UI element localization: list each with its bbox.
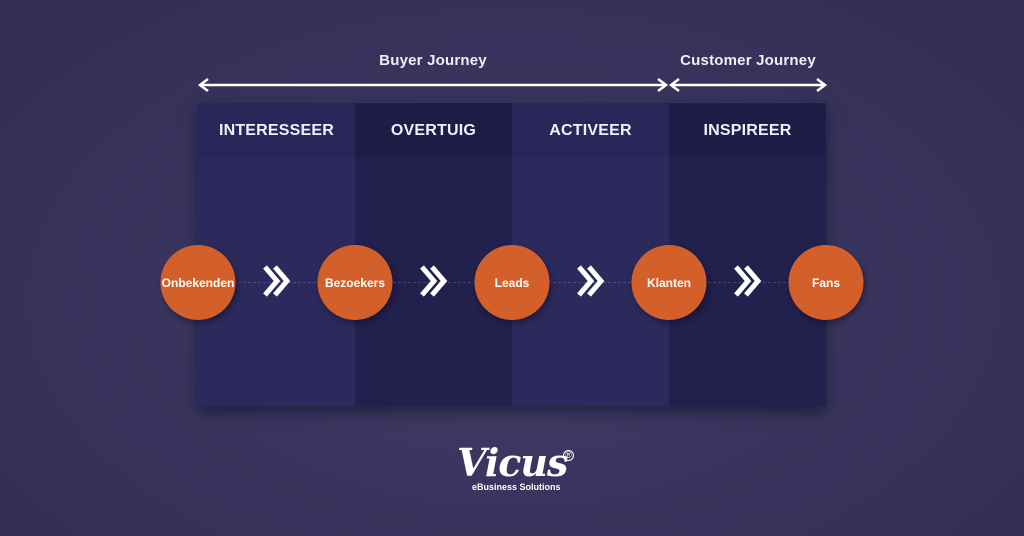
stage-label: Leads	[494, 275, 530, 290]
stage-leads: Leads	[474, 245, 550, 320]
stage-label: Bezoekers	[324, 275, 386, 290]
phase-header: INTERESSEER	[198, 103, 355, 158]
phase-header: OVERTUIG	[355, 103, 512, 158]
double-chevron-right-icon	[418, 263, 450, 299]
stage-fans: Fans	[788, 245, 864, 320]
customer-journey-arrow	[669, 78, 827, 92]
logo-tagline: eBusiness Solutions	[472, 482, 561, 492]
double-chevron-right-icon	[261, 263, 293, 299]
stage-label: Onbekenden	[161, 275, 235, 290]
buyer-journey-label: Buyer Journey	[379, 52, 487, 69]
stage-klanten: Klanten	[631, 245, 707, 320]
buyer-journey-arrow	[198, 78, 668, 92]
phase-header: INSPIREER	[669, 103, 826, 158]
customer-journey-label: Customer Journey	[680, 52, 816, 69]
registered-icon: ®	[563, 450, 574, 461]
phase-header: ACTIVEER	[512, 103, 669, 158]
logo-wordmark: Vicus	[457, 440, 568, 485]
double-chevron-right-icon	[575, 263, 607, 299]
stage-label: Fans	[811, 275, 840, 290]
vicus-logo: Vicus ® eBusiness Solutions	[455, 440, 575, 494]
stage-label: Klanten	[646, 275, 691, 290]
double-chevron-right-icon	[732, 263, 764, 299]
stage-bezoekers: Bezoekers	[317, 245, 393, 320]
stage-onbekenden: Onbekenden	[160, 245, 236, 320]
